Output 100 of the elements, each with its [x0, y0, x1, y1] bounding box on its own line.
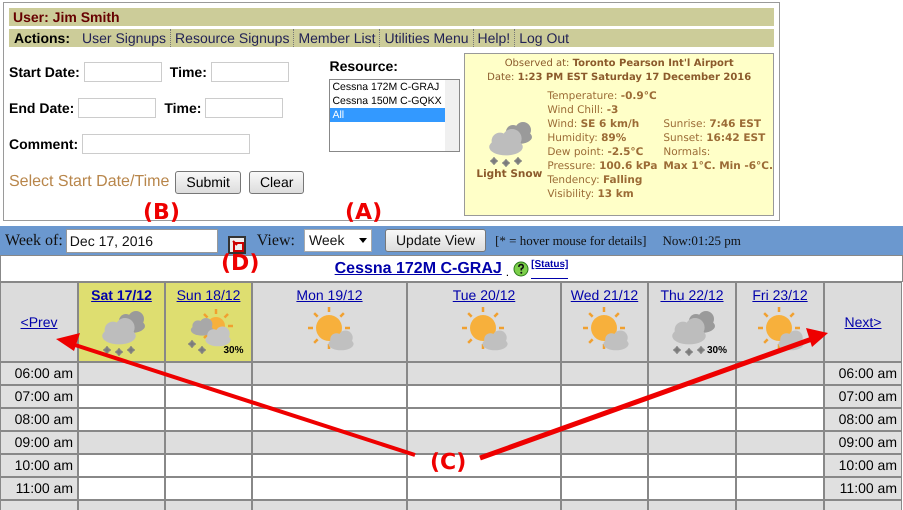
day-link[interactable]: Thu 22/12 — [660, 285, 724, 306]
list-option[interactable]: Cessna 150M C-GQKX — [330, 94, 446, 108]
menu-link[interactable]: User Signups — [78, 29, 170, 47]
day-link[interactable]: Wed 21/12 — [570, 285, 638, 306]
slot-cell[interactable] — [165, 431, 252, 454]
slot-cell[interactable] — [165, 454, 252, 477]
weather-reading: Sunset: 16:42 EST — [663, 131, 766, 145]
input-field[interactable] — [82, 134, 250, 154]
time-label: 06:00 am — [0, 362, 78, 385]
day-link[interactable]: Sun 18/12 — [176, 285, 240, 306]
slot-cell[interactable] — [736, 454, 824, 477]
slot-cell[interactable] — [407, 385, 561, 408]
dot-text: . — [506, 264, 510, 280]
weather-reading: Tendency: Falling — [547, 173, 644, 187]
time-label: 10:00 am — [824, 454, 902, 477]
next-link[interactable]: Next> — [844, 312, 882, 332]
day-link[interactable]: Mon 19/12 — [296, 285, 363, 306]
slot-cell[interactable] — [252, 477, 407, 500]
slot-cell[interactable] — [561, 431, 648, 454]
menu-link[interactable]: Help! — [472, 29, 514, 47]
slot-cell[interactable] — [407, 454, 561, 477]
date-text: Date: 1:23 PM EST Saturday 17 December 2016 — [486, 71, 752, 85]
resource-title-link[interactable]: Cessna 172M C-GRAJ — [334, 256, 502, 280]
day-link[interactable]: Sat 17/12 — [91, 285, 152, 306]
slot-cell[interactable] — [78, 431, 165, 454]
slot-cell[interactable] — [252, 362, 407, 385]
time-label: 09:00 am — [824, 431, 902, 454]
time-label: 08:00 am — [824, 408, 902, 431]
annotation-label: (D) — [221, 252, 260, 276]
resource-listbox[interactable]: Cessna 172M C-GRAJ Cessna 150M C-GQKX All — [329, 79, 460, 152]
field-label: Comment: — [9, 134, 78, 154]
field-label: Time: — [170, 62, 207, 82]
help-icon[interactable] — [513, 260, 530, 276]
slot-cell[interactable] — [165, 477, 252, 500]
slot-cell[interactable] — [78, 362, 165, 385]
weather-reading: Normals: — [663, 145, 712, 159]
slot-cell[interactable] — [648, 477, 736, 500]
slot-cell[interactable] — [648, 454, 736, 477]
day-link[interactable]: Fri 23/12 — [752, 285, 808, 306]
prev-link[interactable]: <Prev — [20, 312, 58, 332]
slot-cell[interactable] — [78, 408, 165, 431]
slot-cell[interactable] — [736, 362, 824, 385]
precip-text: 30% — [706, 346, 727, 356]
status-link[interactable]: [Status] — [531, 257, 568, 279]
input-field[interactable] — [84, 62, 162, 82]
scrollbar[interactable] — [445, 80, 460, 151]
slot-cell[interactable] — [252, 385, 407, 408]
slot-cell[interactable] — [561, 362, 648, 385]
menu-link[interactable]: Resource Signups — [170, 29, 294, 47]
input-field[interactable] — [210, 62, 289, 82]
input-field[interactable] — [205, 98, 284, 118]
field-label: End Date: — [9, 98, 74, 118]
slot-cell[interactable] — [252, 454, 407, 477]
slot-cell[interactable] — [252, 408, 407, 431]
weather-reading: Dew point: -2.5°C — [547, 145, 644, 159]
menu-link[interactable]: Member List — [293, 29, 380, 47]
day-link[interactable]: Tue 20/12 — [452, 285, 516, 306]
time-label: 11:00 am — [0, 477, 78, 500]
week-field[interactable]: Dec 17, 2016 — [66, 228, 218, 252]
slot-cell[interactable] — [736, 408, 824, 431]
input-field[interactable] — [78, 98, 156, 118]
slot-cell[interactable] — [252, 431, 407, 454]
time-label: 08:00 am — [0, 408, 78, 431]
slot-cell[interactable] — [561, 454, 648, 477]
slot-cell[interactable] — [648, 385, 736, 408]
slot-cell[interactable] — [736, 477, 824, 500]
slot-cell[interactable] — [78, 385, 165, 408]
slot-cell[interactable] — [736, 431, 824, 454]
slot-cell[interactable] — [78, 477, 165, 500]
slot-cell[interactable] — [407, 362, 561, 385]
field-label: Time: — [164, 98, 202, 118]
slot-cell[interactable] — [561, 477, 648, 500]
slot-cell[interactable] — [78, 454, 165, 477]
form-button[interactable]: Clear — [248, 170, 304, 194]
menu-link[interactable]: Utilities Menu — [379, 29, 473, 47]
weather-reading: Wind: SE 6 km/h — [547, 117, 640, 131]
slot-cell[interactable] — [736, 385, 824, 408]
prompt-text: Select Start Date/Time — [9, 172, 170, 192]
time-label: 11:00 am — [824, 477, 902, 500]
slot-cell[interactable] — [407, 408, 561, 431]
annotation-label: (C) — [430, 451, 466, 475]
weather-reading: Visibility: 13 km — [547, 187, 635, 201]
slot-cell[interactable] — [648, 431, 736, 454]
precip-text: 30% — [223, 346, 244, 356]
form-button[interactable]: Submit — [175, 170, 241, 194]
slot-cell[interactable] — [561, 385, 648, 408]
menu-link[interactable]: Log Out — [514, 29, 574, 47]
slot-cell[interactable] — [407, 477, 561, 500]
view-dropdown[interactable]: Week — [304, 229, 372, 252]
slot-cell[interactable] — [165, 408, 252, 431]
slot-cell[interactable] — [407, 431, 561, 454]
list-option[interactable]: Cessna 172M C-GRAJ — [330, 80, 446, 94]
current-time: Now:01:25 pm — [662, 232, 741, 250]
annotation-label: (A) — [345, 201, 382, 225]
update-view-button[interactable]: Update View — [384, 229, 486, 252]
slot-cell[interactable] — [648, 408, 736, 431]
slot-cell[interactable] — [165, 362, 252, 385]
calendar-icon[interactable] — [228, 236, 246, 254]
user-bar: User: Jim Smith — [9, 8, 774, 26]
time-label: 06:00 am — [824, 362, 902, 385]
